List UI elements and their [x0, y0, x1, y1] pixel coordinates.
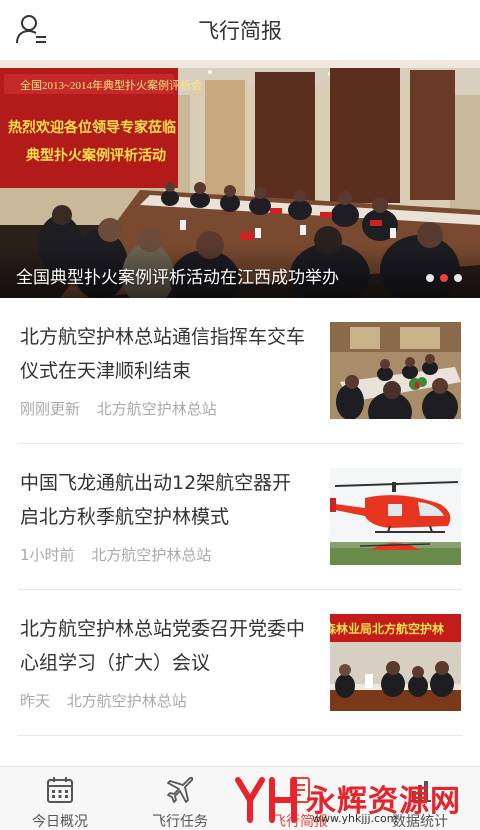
carousel-indicator[interactable] [426, 274, 462, 282]
banner-carousel[interactable]: 全国2013~2014年典型扑火案例评析会 热烈欢迎各位领导专家莅临 典型扑火案… [0, 60, 480, 298]
news-thumbnail [330, 468, 461, 565]
tab-today-overview[interactable]: 今日概况 [0, 767, 120, 830]
list-divider [18, 735, 462, 736]
airplane-icon [167, 776, 194, 803]
news-item[interactable]: 北方航空护林总站党委召开党委中心组学习（扩大）会议 昨天 北方航空护林总站 森林… [0, 590, 480, 736]
meeting-photo [330, 322, 461, 419]
party-meeting-photo: 森林业局北方航空护林 [330, 614, 461, 711]
news-item[interactable]: 中国飞龙通航出动12架航空器开启北方秋季航空护林模式 1小时前 北方航空护林总站 [0, 444, 480, 590]
watermark-url: www.yhkjjj.com [312, 812, 398, 825]
page-title: 飞行简报 [198, 19, 282, 43]
news-source: 北方航空护林总站 [66, 692, 187, 710]
news-item[interactable]: 北方航空护林总站通信指挥车交车仪式在天津顺利结束 刚刚更新 北方航空护林总站 [0, 298, 480, 444]
news-thumbnail [330, 322, 461, 419]
news-meta: 昨天 北方航空护林总站 [20, 690, 187, 711]
carousel-dot[interactable] [426, 274, 434, 282]
banner-screen-line1: 热烈欢迎各位领导专家莅临 [8, 119, 176, 136]
news-meta: 1小时前 北方航空护林总站 [20, 544, 211, 565]
carousel-dot[interactable] [454, 274, 462, 282]
news-meta: 刚刚更新 北方航空护林总站 [20, 398, 217, 419]
news-title: 北方航空护林总站通信指挥车交车仪式在天津顺利结束 [20, 326, 306, 382]
carousel-dot-active[interactable] [440, 274, 448, 282]
watermark: 永辉资源网 www.yhkjjj.com [232, 770, 462, 826]
tab-flight-tasks[interactable]: 飞行任务 [120, 767, 240, 830]
banner-screen-top: 全国2013~2014年典型扑火案例评析会 [20, 78, 202, 92]
news-source: 北方航空护林总站 [96, 400, 217, 418]
news-source: 北方航空护林总站 [91, 546, 212, 564]
app-header: 飞行简报 [0, 0, 480, 60]
news-time: 昨天 [20, 692, 51, 710]
watermark-logo-icon [235, 777, 297, 823]
news-title: 中国飞龙通航出动12架航空器开启北方秋季航空护林模式 [20, 472, 292, 528]
calendar-icon [47, 777, 73, 803]
thumbnail-banner-text: 森林业局北方航空护林 [330, 621, 444, 636]
news-time: 刚刚更新 [20, 400, 81, 418]
banner-caption: 全国典型扑火案例评析活动在江西成功举办 [16, 268, 339, 288]
news-thumbnail: 森林业局北方航空护林 [330, 614, 461, 711]
banner-screen-line2: 典型扑火案例评析活动 [26, 147, 166, 164]
tab-label: 飞行任务 [152, 814, 208, 830]
news-title: 北方航空护林总站党委召开党委中心组学习（扩大）会议 [20, 618, 306, 674]
helicopter-photo [330, 468, 461, 565]
tab-label: 今日概况 [32, 814, 88, 830]
news-time: 1小时前 [20, 546, 75, 564]
